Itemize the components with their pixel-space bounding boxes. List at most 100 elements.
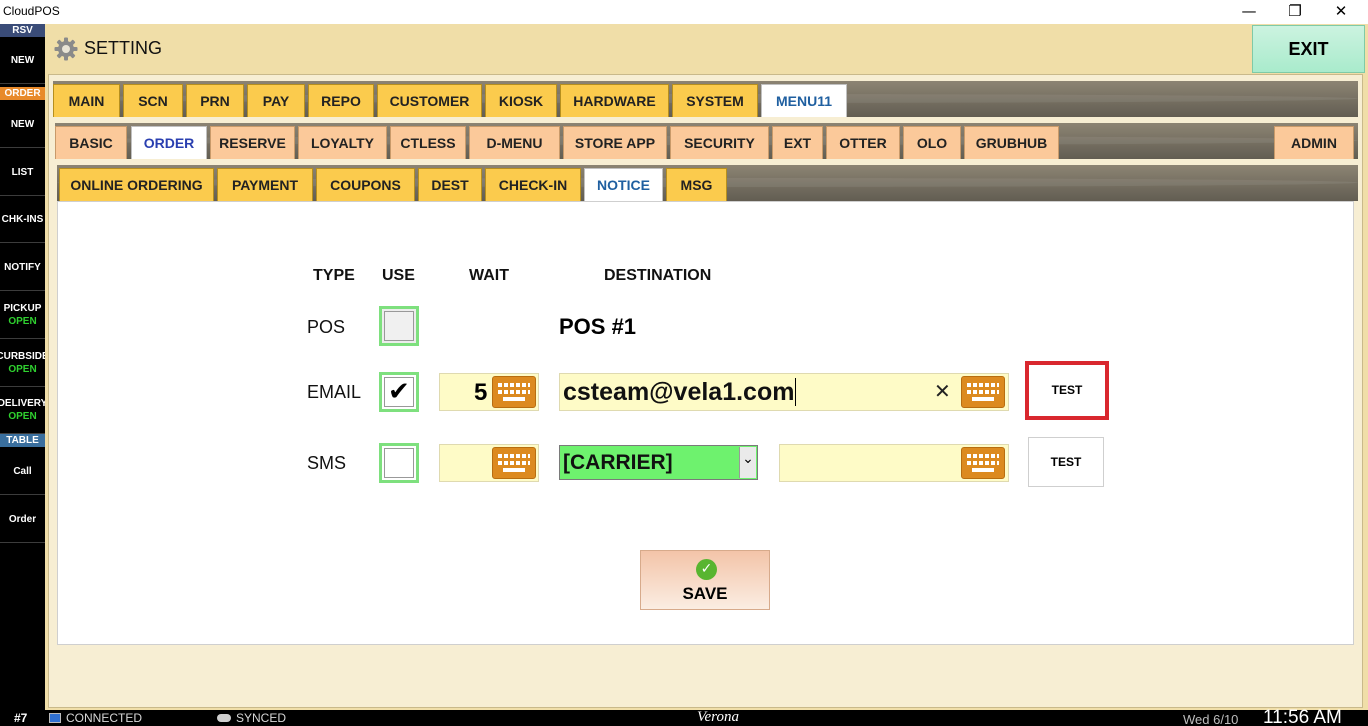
email-test-button[interactable]: TEST [1025,361,1109,420]
app-title: CloudPOS [3,4,60,18]
tab-pay[interactable]: PAY [247,84,305,117]
sidebar-item-label: CURBSIDE [0,351,45,362]
tab-customer[interactable]: CUSTOMER [377,84,482,117]
email-wait-value: 5 [474,379,488,406]
tab-order[interactable]: ORDER [131,126,207,159]
keyboard-keys [498,383,530,402]
tab-ctless[interactable]: CTLESS [390,126,466,159]
maximize-icon[interactable]: ❐ [1272,0,1318,24]
tab-payment[interactable]: PAYMENT [217,168,313,201]
keyboard-icon[interactable] [492,376,536,408]
carrier-select[interactable]: [CARRIER] ⌄ [559,445,758,480]
minimize-icon[interactable]: — [1226,0,1272,24]
sms-destination-field[interactable] [779,444,1009,482]
status-time: 11:56 AM [1263,707,1342,726]
sidebar-item-label: Call [13,465,32,477]
tab-dest[interactable]: DEST [418,168,482,201]
tab-system[interactable]: SYSTEM [672,84,758,117]
sidebar-item-label: DELIVERY [0,398,45,409]
sidebar-item-label: CHK-INS [1,213,44,225]
sidebar-item-pickup[interactable]: PICKUP OPEN [0,292,45,339]
tab-grubhub[interactable]: GRUBHUB [964,126,1059,159]
checkmark-icon: ✔ [388,377,410,407]
store-name: Verona [697,709,739,725]
tab-check-in[interactable]: CHECK-IN [485,168,581,201]
tab-d-menu[interactable]: D-MENU [469,126,560,159]
pos-label: POS [307,317,346,337]
email-destination-value: csteam@vela1.com [563,378,797,406]
sidebar-item-order-new[interactable]: NEW [0,101,45,148]
tab-store-app[interactable]: STORE APP [563,126,667,159]
tab-admin[interactable]: ADMIN [1274,126,1354,159]
check-circle-icon: ✓ [696,559,717,580]
email-wait-field[interactable]: 5 [439,373,539,411]
tab-prn[interactable]: PRN [186,84,244,117]
sms-label: SMS [307,453,347,473]
tab-scn[interactable]: SCN [123,84,183,117]
tab-reserve[interactable]: RESERVE [210,126,295,159]
left-sidebar: RSV NEW ORDER NEW LIST CHK-INS NOTIFY PI… [0,24,45,710]
pos-use-checkbox[interactable] [379,306,419,346]
sidebar-item-call[interactable]: Call [0,448,45,495]
title-bar: CloudPOS — ❐ ✕ [0,0,1368,24]
keyboard-icon[interactable] [492,447,536,479]
keyboard-icon[interactable] [961,447,1005,479]
sidebar-item-label: LIST [11,166,34,178]
sidebar-item-label: PICKUP [3,303,42,314]
tab-notice[interactable]: NOTICE [584,168,663,201]
tab-repo[interactable]: REPO [308,84,374,117]
tab-olo[interactable]: OLO [903,126,961,159]
email-label: EMAIL [307,382,362,402]
tab-main[interactable]: MAIN [53,84,120,117]
status-date: Wed 6/10 [1183,712,1239,726]
sms-test-button[interactable]: TEST [1028,437,1104,487]
sidebar-header-order: ORDER [0,87,45,100]
status-bar: #7 CONNECTED SYNCED Verona Wed 6/10 11:5… [0,707,1368,726]
sidebar-header-rsv: RSV [0,24,45,37]
email-destination-field[interactable]: csteam@vela1.com ✕ [559,373,1009,411]
chevron-down-icon[interactable]: ⌄ [739,447,756,478]
close-icon[interactable]: ✕ [1318,0,1364,24]
tab-online-ordering[interactable]: ONLINE ORDERING [59,168,214,201]
tab-menu11[interactable]: MENU11 [761,84,847,117]
checkbox-box [384,448,414,478]
sidebar-item-order[interactable]: Order [0,496,45,543]
clear-icon[interactable]: ✕ [934,379,951,404]
sidebar-item-label: NEW [10,54,35,66]
page-title: SETTING [84,38,163,58]
sidebar-item-delivery[interactable]: DELIVERY OPEN [0,387,45,434]
pos-destination: POS #1 [559,314,637,339]
pickup-status: OPEN [8,316,37,327]
tab-otter[interactable]: OTTER [826,126,900,159]
tab-ext[interactable]: EXT [772,126,823,159]
connection-status: CONNECTED [66,711,143,725]
sidebar-item-rsv-new[interactable]: NEW [0,37,45,84]
tab-basic[interactable]: BASIC [55,126,127,159]
sidebar-item-list[interactable]: LIST [0,149,45,196]
tab-bar-main: MAIN SCN PRN PAY REPO CUSTOMER KIOSK HAR… [53,81,1358,117]
email-use-checkbox[interactable]: ✔ [379,372,419,412]
sms-wait-field[interactable] [439,444,539,482]
sync-status: SYNCED [236,711,287,725]
keyboard-keys [498,454,530,473]
sidebar-item-notify[interactable]: NOTIFY [0,244,45,291]
keyboard-keys [967,454,999,473]
delivery-status: OPEN [8,411,37,422]
tab-loyalty[interactable]: LOYALTY [298,126,387,159]
sms-use-checkbox[interactable] [379,443,419,483]
tab-coupons[interactable]: COUPONS [316,168,415,201]
tab-bar-sub: BASIC ORDER RESERVE LOYALTY CTLESS D-MEN… [55,123,1358,159]
keyboard-icon[interactable] [961,376,1005,408]
tab-kiosk[interactable]: KIOSK [485,84,557,117]
tab-security[interactable]: SECURITY [670,126,769,159]
save-button[interactable]: ✓ SAVE [640,550,770,610]
keyboard-keys [967,383,999,402]
sidebar-item-label: NOTIFY [4,261,41,273]
header-destination: DESTINATION [604,267,712,284]
header-wait: WAIT [469,267,509,284]
sidebar-item-chk-ins[interactable]: CHK-INS [0,196,45,243]
tab-msg[interactable]: MSG [666,168,727,201]
exit-button[interactable]: EXIT [1252,25,1365,73]
sidebar-item-curbside[interactable]: CURBSIDE OPEN [0,340,45,387]
tab-hardware[interactable]: HARDWARE [560,84,669,117]
